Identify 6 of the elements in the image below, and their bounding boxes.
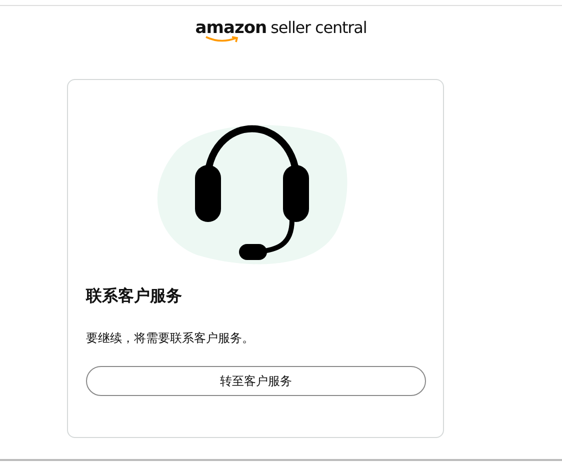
customer-service-button[interactable]: 转至客户服务 xyxy=(86,366,426,396)
product-name: seller central xyxy=(270,18,367,38)
brand-name: amazon xyxy=(195,18,267,38)
message-text: 要继续，将需要联系客户服务。 xyxy=(86,330,255,347)
headset-icon xyxy=(194,125,308,260)
card-title: 联系客户服务 xyxy=(86,285,183,307)
